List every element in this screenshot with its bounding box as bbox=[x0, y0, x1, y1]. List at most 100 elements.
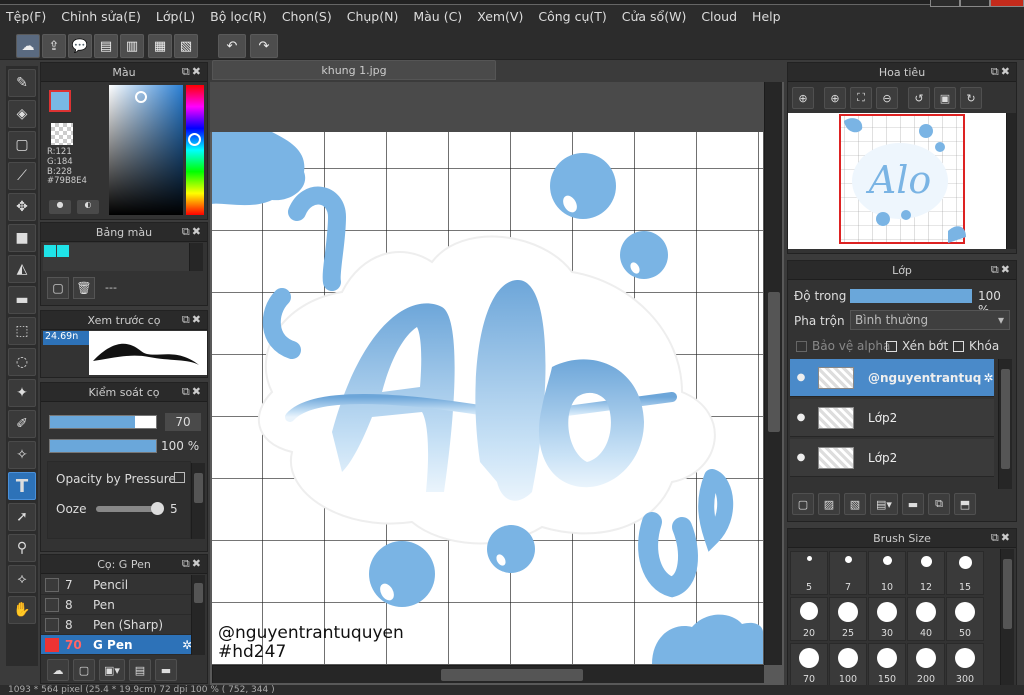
zoom-out-icon[interactable]: ⊖ bbox=[876, 87, 898, 109]
panel-controls-icon[interactable]: ⧉✖ bbox=[182, 65, 203, 79]
clip-checkbox[interactable] bbox=[886, 341, 897, 352]
canvas-horizontal-scrollbar[interactable] bbox=[212, 665, 764, 683]
rectangle-tool-icon[interactable]: ▢ bbox=[8, 131, 36, 159]
visibility-icon[interactable]: ● bbox=[790, 412, 812, 423]
delete-palette-icon[interactable]: 🗑 bbox=[73, 277, 95, 299]
actual-size-icon[interactable]: ⛶ bbox=[850, 87, 872, 109]
brush-size-option[interactable]: 200 bbox=[907, 643, 945, 687]
brush-size-option[interactable]: 70 bbox=[790, 643, 828, 687]
new-brush-icon[interactable]: ▢ bbox=[73, 659, 95, 681]
menu-item[interactable]: Chỉnh sửa(E) bbox=[61, 9, 141, 24]
duplicate-layer-icon[interactable]: ⧉ bbox=[928, 493, 950, 515]
ooze-handle[interactable] bbox=[151, 502, 164, 515]
new-palette-icon[interactable]: ▢ bbox=[47, 277, 69, 299]
gradient-tool-icon[interactable]: ▬ bbox=[8, 286, 36, 314]
brush-checkbox[interactable] bbox=[45, 617, 59, 632]
operation-tool-icon[interactable]: ➚ bbox=[8, 503, 36, 531]
brush-size-option[interactable]: 7 bbox=[829, 551, 867, 595]
navigator-preview[interactable]: Alo bbox=[788, 113, 1006, 249]
layout-icon[interactable]: ▦ bbox=[148, 34, 172, 58]
eraser-tool-icon[interactable]: ◈ bbox=[8, 100, 36, 128]
brush-size-option[interactable]: 10 bbox=[868, 551, 906, 595]
share-icon[interactable]: ⇪ bbox=[42, 34, 66, 58]
panel-controls-icon[interactable]: ⧉✖ bbox=[991, 263, 1012, 277]
picker-cursor[interactable] bbox=[135, 91, 147, 103]
brush-item-selected[interactable]: 70 G Pen ✲ bbox=[41, 635, 196, 655]
brush-folder-icon[interactable]: ▬ bbox=[155, 659, 177, 681]
lasso-tool-icon[interactable]: ◌ bbox=[8, 348, 36, 376]
protect-alpha-checkbox[interactable] bbox=[796, 341, 807, 352]
palette-scrollbar[interactable] bbox=[189, 243, 203, 271]
brush-size-option[interactable]: 150 bbox=[868, 643, 906, 687]
blend-mode-select[interactable]: Bình thường ▾ bbox=[850, 310, 1010, 330]
dropper-tool-icon[interactable]: ⚲ bbox=[8, 534, 36, 562]
rotate-right-icon[interactable]: ↻ bbox=[960, 87, 982, 109]
canvas-tab[interactable]: khung 1.jpg bbox=[212, 60, 496, 80]
panel-controls-icon[interactable]: ⧉✖ bbox=[991, 531, 1012, 545]
brush-size-option[interactable]: 30 bbox=[868, 597, 906, 641]
panel-controls-icon[interactable]: ⧉✖ bbox=[991, 65, 1012, 79]
panel-controls-icon[interactable]: ⧉✖ bbox=[182, 385, 203, 399]
layer-opacity-slider[interactable] bbox=[850, 289, 972, 303]
bucket-tool-icon[interactable]: ◭ bbox=[8, 255, 36, 283]
transparent-swatch[interactable] bbox=[51, 123, 73, 145]
cloud-icon[interactable]: ☁ bbox=[16, 34, 40, 58]
brush-size-value[interactable]: 70 bbox=[165, 413, 201, 431]
message-icon[interactable]: ▤ bbox=[94, 34, 118, 58]
brush-size-option[interactable]: 20 bbox=[790, 597, 828, 641]
maximize-button[interactable] bbox=[960, 0, 990, 7]
eyedropper-tool-icon[interactable]: ⟡ bbox=[8, 565, 36, 593]
move-tool-icon[interactable]: ✥ bbox=[8, 193, 36, 221]
lock-checkbox[interactable] bbox=[953, 341, 964, 352]
folder-icon[interactable]: ▬ bbox=[902, 493, 924, 515]
brush-settings-icon[interactable]: ▤ bbox=[129, 659, 151, 681]
menu-item[interactable]: Xem(V) bbox=[477, 9, 523, 24]
menu-item[interactable]: Lớp(L) bbox=[156, 9, 195, 24]
hue-slider[interactable] bbox=[186, 85, 204, 215]
new-layer-icon[interactable]: ▢ bbox=[792, 493, 814, 515]
menu-item[interactable]: Bộ lọc(R) bbox=[210, 9, 267, 24]
redo-icon[interactable]: ↷ bbox=[250, 34, 278, 58]
brush-add-menu-icon[interactable]: ▣▾ bbox=[99, 659, 125, 681]
rotate-left-icon[interactable]: ↺ bbox=[908, 87, 930, 109]
brush-size-option[interactable]: 12 bbox=[907, 551, 945, 595]
panel-controls-icon[interactable]: ⧉✖ bbox=[182, 557, 203, 571]
merge-layer-icon[interactable]: ⬒ bbox=[954, 493, 976, 515]
menu-item[interactable]: Cloud bbox=[701, 9, 737, 24]
minimize-button[interactable] bbox=[930, 0, 960, 7]
palette-swatch[interactable] bbox=[57, 245, 69, 257]
visibility-icon[interactable]: ● bbox=[790, 452, 812, 463]
brush-size-option[interactable]: 25 bbox=[829, 597, 867, 641]
line-tool-icon[interactable]: ⟋ bbox=[8, 162, 36, 190]
document-icon[interactable]: ▥ bbox=[120, 34, 144, 58]
palette-swatch[interactable] bbox=[44, 245, 56, 257]
menu-item[interactable]: Tệp(F) bbox=[6, 9, 46, 24]
menu-item[interactable]: Chụp(N) bbox=[347, 9, 399, 24]
layer-item[interactable]: ● Lớp2 bbox=[790, 399, 994, 437]
saturation-value-picker[interactable] bbox=[109, 85, 183, 215]
menu-item[interactable]: Help bbox=[752, 9, 781, 24]
hand-tool-icon[interactable]: ✋ bbox=[8, 596, 36, 624]
gear-icon[interactable]: ✲ bbox=[983, 371, 993, 385]
menu-item[interactable]: Màu (C) bbox=[413, 9, 462, 24]
zoom-fit-icon[interactable]: ⊕ bbox=[792, 87, 814, 109]
brush-opacity-slider[interactable] bbox=[49, 439, 157, 453]
brush-checkbox[interactable] bbox=[45, 597, 59, 612]
brush-tool-icon[interactable]: ✎ bbox=[8, 69, 36, 97]
brush-item[interactable]: 8 Pen (Sharp) bbox=[41, 615, 196, 635]
brush-checkbox[interactable] bbox=[45, 637, 59, 652]
magic-wand-tool-icon[interactable]: ✦ bbox=[8, 379, 36, 407]
select-rect-tool-icon[interactable]: ⬚ bbox=[8, 317, 36, 345]
brush-control-scrollbar[interactable] bbox=[191, 463, 205, 539]
undo-icon[interactable]: ↶ bbox=[218, 34, 246, 58]
color-swap-button[interactable]: ◐ bbox=[77, 200, 99, 214]
grid-icon[interactable]: ▧ bbox=[174, 34, 198, 58]
select-eraser-tool-icon[interactable]: ✧ bbox=[8, 441, 36, 469]
menu-item[interactable]: Công cụ(T) bbox=[538, 9, 606, 24]
layer-item[interactable]: ● Lớp2 bbox=[790, 439, 994, 477]
text-tool-icon[interactable]: T bbox=[8, 472, 36, 500]
brush-item[interactable]: 7 Pencil bbox=[41, 575, 196, 595]
panel-controls-icon[interactable]: ⧉✖ bbox=[182, 225, 203, 239]
menu-item[interactable]: Cửa sổ(W) bbox=[622, 9, 687, 24]
brush-size-option[interactable]: 5 bbox=[790, 551, 828, 595]
